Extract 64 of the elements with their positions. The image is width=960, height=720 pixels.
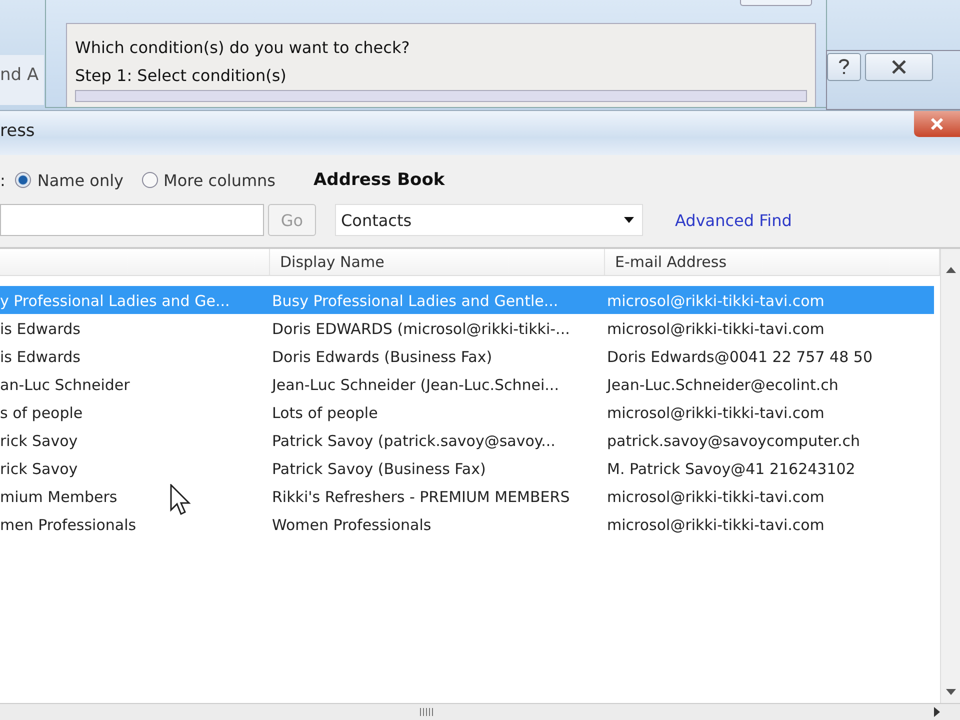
close-button[interactable] (914, 111, 960, 137)
wizard-question: Which condition(s) do you want to check? (75, 37, 411, 59)
table-cell: microsol@rikki-tikki-tavi.com (607, 488, 824, 506)
table-cell: Jean-Luc Schneider (Jean-Luc.Schnei... (272, 376, 559, 394)
scroll-up-icon[interactable] (946, 267, 956, 273)
table-row[interactable]: s of people Lots of people microsol@rikki-tikki-tavi.com (0, 398, 934, 426)
table-row[interactable]: an-Luc Schneider Jean-Luc Schneider (Jean-Luc.Schnei... Jean-Luc.Schneider@ecolint.ch (0, 370, 934, 398)
table-cell: Lots of people (272, 404, 378, 422)
horizontal-scrollbar[interactable] (0, 703, 960, 720)
table-cell: s of people (0, 404, 83, 422)
radio-label: More columns (164, 170, 276, 190)
scroll-right-icon[interactable] (934, 707, 940, 717)
table-row[interactable]: mium Members Rikki's Refreshers - PREMIUM MEMBERS microsol@rikki-tikki-tavi.com (0, 482, 934, 510)
address-book-label: Address Book (314, 170, 445, 190)
radio-button[interactable] (142, 172, 158, 188)
table-row[interactable]: is Edwards Doris Edwards (Business Fax) Doris Edwards@0041 22 757 48 50 (0, 342, 934, 370)
radio-option[interactable]: More columns (142, 170, 276, 190)
table-cell: men Professionals (0, 516, 136, 534)
background-window-text: nd A (0, 55, 44, 105)
table-cell: rick Savoy (0, 432, 78, 450)
search-label: : (0, 170, 6, 190)
column-header[interactable]: Display Name (270, 249, 605, 275)
scroll-down-icon[interactable] (946, 689, 956, 695)
table-cell: rick Savoy (0, 460, 78, 478)
wizard-step-label: Step 1: Select condition(s) (75, 65, 288, 87)
dropdown-value: Contacts (341, 210, 412, 230)
close-icon (891, 60, 907, 74)
table-cell: microsol@rikki-tikki-tavi.com (607, 292, 824, 310)
table-cell: Women Professionals (272, 516, 432, 534)
table-cell: microsol@rikki-tikki-tavi.com (607, 320, 824, 338)
radio-label: Name only (37, 170, 124, 190)
table-cell: Doris Edwards (Business Fax) (272, 348, 492, 366)
table-cell: M. Patrick Savoy@41 216243102 (607, 460, 856, 478)
table-cell: microsol@rikki-tikki-tavi.com (607, 404, 824, 422)
table-cell: Rikki's Refreshers - PREMIUM MEMBERS (272, 488, 570, 506)
table-cell: Doris EDWARDS (microsol@rikki-tikki-... (272, 320, 570, 338)
table-row[interactable]: rick Savoy Patrick Savoy (patrick.savoy@savoy... patrick.savoy@savoycomputer.ch (0, 426, 934, 454)
radio-option[interactable]: Name only (15, 170, 124, 190)
table-row[interactable]: is Edwards Doris EDWARDS (microsol@rikki-tikki-... microsol@rikki-tikki-tavi.com (0, 314, 934, 342)
table-row[interactable]: men Professionals Women Professionals microsol@rikki-tikki-tavi.com (0, 510, 934, 538)
table-cell: Busy Professional Ladies and Gentle... (272, 292, 558, 310)
table-cell: is Edwards (0, 320, 80, 338)
table-cell: Doris Edwards@0041 22 757 48 50 (607, 348, 872, 366)
table-cell: microsol@rikki-tikki-tavi.com (607, 516, 824, 534)
radio-button[interactable] (15, 172, 32, 188)
table-cell: an-Luc Schneider (0, 376, 130, 394)
table-cell: Patrick Savoy (patrick.savoy@savoy... (272, 432, 556, 450)
table-cell: y Professional Ladies and Ge... (0, 292, 230, 310)
mouse-pointer-icon (170, 484, 192, 516)
table-cell: patrick.savoy@savoycomputer.ch (607, 432, 860, 450)
search-field[interactable] (0, 204, 264, 236)
table-row[interactable]: rick Savoy Patrick Savoy (Business Fax) M. Patrick Savoy@41 216243102 (0, 454, 934, 482)
table-cell: mium Members (0, 488, 118, 506)
address-book-dropdown[interactable]: Contacts (335, 204, 643, 236)
question-mark-icon (837, 58, 851, 76)
table-cell: Jean-Luc.Schneider@ecolint.ch (607, 376, 838, 394)
help-button[interactable] (827, 53, 861, 81)
close-icon (930, 117, 944, 131)
table-cell: is Edwards (0, 348, 80, 366)
table-cell: Patrick Savoy (Business Fax) (272, 460, 486, 478)
window-title: ress (0, 120, 35, 141)
caret-icon (624, 217, 634, 223)
advanced-find-link[interactable]: Advanced Find (675, 210, 792, 230)
close-button[interactable] (865, 53, 933, 81)
